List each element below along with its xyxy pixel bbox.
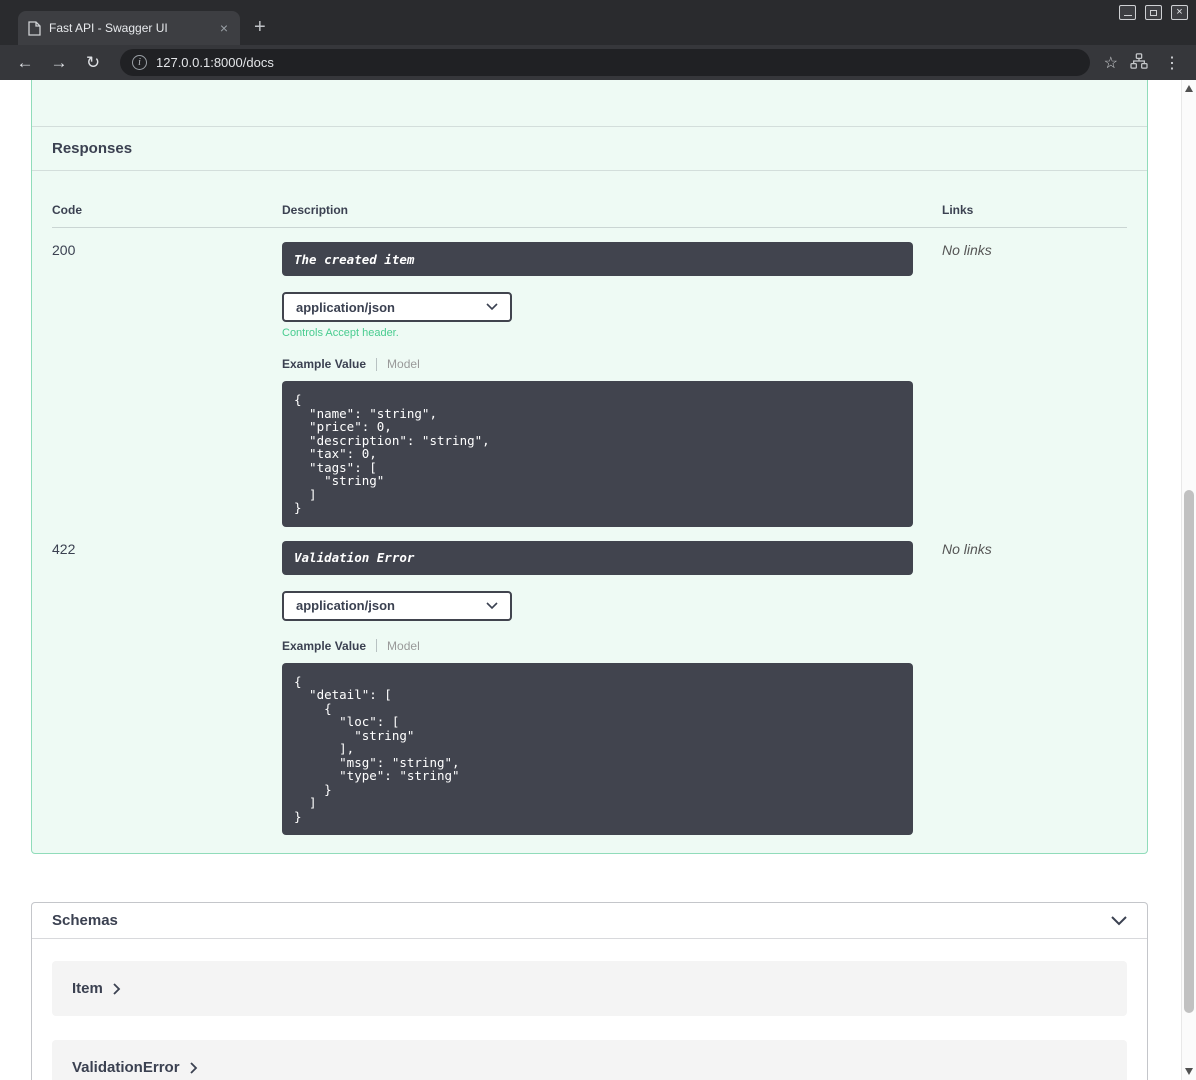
address-bar[interactable]: i 127.0.0.1:8000/docs (120, 49, 1090, 76)
schemas-section: Schemas Item ValidationError (31, 902, 1148, 1080)
opblock-spacer (32, 80, 1147, 127)
chevron-down-icon[interactable] (1111, 915, 1127, 926)
operation-block: Responses Code Description Links 200 The… (31, 80, 1148, 854)
forward-button[interactable]: → (46, 54, 72, 71)
accept-header-note: Controls Accept header. (282, 327, 399, 339)
scroll-up-icon[interactable] (1185, 85, 1193, 92)
chevron-right-icon (189, 1061, 197, 1074)
window-controls: × (1119, 5, 1188, 20)
response-description: Validation Error (282, 540, 913, 575)
tab-title: Fast API - Swagger UI (49, 21, 168, 35)
column-links: Links (942, 203, 974, 217)
response-links: No links (942, 242, 992, 258)
tab-example-value[interactable]: Example Value (282, 357, 366, 371)
schemas-title: Schemas (52, 912, 118, 929)
tab-model[interactable]: Model (387, 639, 420, 653)
close-button[interactable]: × (1171, 5, 1188, 20)
tab-separator (376, 639, 378, 652)
maximize-button[interactable] (1145, 5, 1162, 20)
column-description: Description (282, 203, 349, 217)
browser-tab[interactable]: Fast API - Swagger UI × (18, 11, 240, 45)
minimize-button[interactable] (1119, 5, 1136, 20)
titlebar: Fast API - Swagger UI × + × (0, 0, 1196, 45)
bookmark-star-icon[interactable]: ☆ (1104, 53, 1118, 73)
chevron-right-icon (113, 982, 121, 995)
response-description: The created item (282, 242, 913, 276)
responses-table-header: Code Description Links (52, 191, 1127, 228)
tab-close-icon[interactable]: × (216, 19, 232, 37)
schemas-header[interactable]: Schemas (32, 903, 1147, 939)
response-code: 200 (52, 242, 76, 258)
browser-menu-icon[interactable]: ⋮ (1160, 53, 1184, 73)
example-json-422: { "detail": [ { "loc": [ "string" ], "ms… (282, 662, 913, 835)
page-favicon-icon (28, 20, 41, 36)
model-name: Item (72, 980, 103, 997)
back-button[interactable]: ← (12, 54, 38, 71)
response-description-text: Validation Error (294, 550, 415, 565)
example-json-200: { "name": "string", "price": 0, "descrip… (282, 381, 913, 527)
example-model-tabs: Example Value Model (282, 357, 942, 371)
response-description-cell: Validation Error application/json Exampl… (282, 540, 942, 835)
response-links: No links (942, 540, 992, 557)
tab-separator (376, 357, 378, 371)
model-item[interactable]: Item (52, 961, 1127, 1016)
browser-window: Fast API - Swagger UI × + × ← → ↻ i 127.… (0, 0, 1196, 1080)
response-code: 422 (52, 540, 76, 557)
tab-model[interactable]: Model (387, 357, 420, 371)
swagger-page: Responses Code Description Links 200 The… (31, 80, 1148, 1080)
response-description-cell: The created item application/json Contro… (282, 242, 942, 527)
close-icon: × (1176, 6, 1183, 18)
tab-example-value[interactable]: Example Value (282, 639, 366, 653)
media-type-select[interactable]: application/json (282, 590, 512, 621)
url-text[interactable]: 127.0.0.1:8000/docs (156, 55, 274, 70)
sitemap-icon[interactable] (1126, 53, 1152, 72)
response-description-text: The created item (294, 251, 415, 267)
response-row-200: 200 The created item application/json Co… (52, 228, 1127, 527)
example-model-tabs: Example Value Model (282, 639, 942, 653)
minimize-icon (1123, 15, 1132, 16)
column-code: Code (52, 203, 82, 217)
model-validationerror[interactable]: ValidationError (52, 1040, 1127, 1080)
media-type-value: application/json (296, 299, 395, 315)
model-name: ValidationError (72, 1059, 180, 1076)
scrollbar[interactable] (1181, 80, 1196, 1080)
media-type-select[interactable]: application/json (282, 292, 512, 322)
scroll-down-icon[interactable] (1185, 1068, 1193, 1075)
page-content: Responses Code Description Links 200 The… (0, 80, 1196, 1080)
media-type-value: application/json (296, 598, 395, 613)
scrollbar-thumb[interactable] (1184, 490, 1194, 1013)
browser-toolbar: ← → ↻ i 127.0.0.1:8000/docs ☆ ⋮ (0, 45, 1196, 80)
responses-table: Code Description Links 200 The created i… (32, 171, 1147, 835)
chevron-down-icon (486, 601, 498, 609)
schemas-body: Item ValidationError (32, 939, 1147, 1080)
responses-heading: Responses (32, 127, 1147, 171)
reload-button[interactable]: ↻ (80, 54, 106, 71)
site-info-icon[interactable]: i (132, 55, 147, 70)
chevron-down-icon (486, 303, 498, 311)
response-row-422: 422 Validation Error application/json Ex… (52, 527, 1127, 835)
maximize-icon (1150, 9, 1157, 16)
new-tab-button[interactable]: + (254, 17, 266, 37)
